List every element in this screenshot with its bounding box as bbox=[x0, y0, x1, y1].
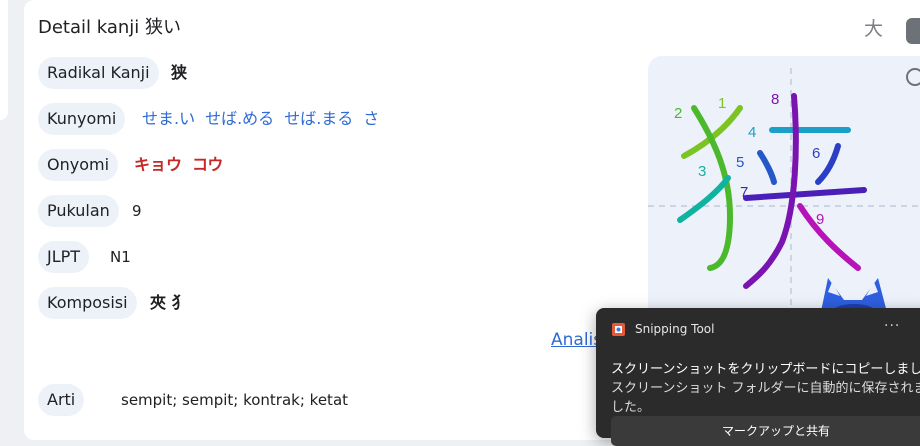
toast-app-name: Snipping Tool bbox=[635, 322, 715, 336]
stroke-number: 1 bbox=[718, 95, 726, 112]
share-icon[interactable] bbox=[906, 18, 920, 44]
stroke-count-label: Pukulan bbox=[38, 195, 119, 227]
kunyomi-reading[interactable]: さ bbox=[363, 109, 379, 128]
onyomi-reading[interactable]: キョウ bbox=[134, 155, 182, 174]
kunyomi-label: Kunyomi bbox=[38, 103, 126, 135]
jlpt-label: JLPT bbox=[38, 241, 90, 273]
stroke-number: 2 bbox=[674, 105, 682, 122]
stroke-number: 9 bbox=[816, 211, 824, 228]
toast-detail: スクリーンショット フォルダーに自動的に保存されました。 bbox=[611, 381, 920, 415]
stroke-1 bbox=[681, 105, 743, 159]
meaning-value: sempit; sempit; kontrak; ketat bbox=[121, 391, 349, 409]
onyomi-label: Onyomi bbox=[38, 149, 119, 181]
snipping-tool-notification[interactable]: Snipping Tool ··· スクリーンショットをクリップボードにコピーし… bbox=[596, 308, 920, 446]
stroke-6 bbox=[815, 143, 841, 185]
stroke-number: 3 bbox=[698, 163, 706, 180]
onyomi-reading[interactable]: コウ bbox=[192, 155, 223, 174]
stroke-number: 8 bbox=[771, 91, 779, 108]
composition-value: 夾 犭 bbox=[150, 293, 188, 312]
meaning-label: Arti bbox=[38, 384, 85, 416]
replay-icon[interactable] bbox=[906, 68, 920, 86]
radical-label: Radikal Kanji bbox=[38, 57, 159, 89]
toast-message: スクリーンショットをクリップボードにコピーしました bbox=[611, 362, 920, 377]
kunyomi-readings: せま.い せば.める せば.まるさ bbox=[142, 103, 389, 135]
stroke-7 bbox=[743, 187, 867, 201]
markup-share-button[interactable]: マークアップと共有 bbox=[611, 416, 920, 446]
onyomi-readings: キョウ コウ bbox=[134, 149, 233, 181]
more-options-icon[interactable]: ··· bbox=[884, 318, 900, 334]
radical-value: 狭 bbox=[171, 63, 188, 82]
stroke-number: 5 bbox=[736, 154, 744, 171]
jlpt-value: N1 bbox=[110, 248, 131, 266]
stroke-3 bbox=[677, 175, 731, 223]
kunyomi-reading[interactable]: せば.まる bbox=[284, 109, 353, 128]
kunyomi-reading[interactable]: せま.い bbox=[142, 109, 195, 128]
dictionary-icon[interactable]: 大 bbox=[864, 14, 883, 41]
stroke-number: 7 bbox=[740, 184, 748, 201]
page-title: Detail kanji 狭い bbox=[38, 17, 182, 38]
analysis-link[interactable]: Analis bbox=[551, 330, 602, 350]
stroke-9 bbox=[797, 203, 861, 271]
stroke-5 bbox=[757, 150, 777, 185]
snipping-tool-icon bbox=[612, 323, 625, 336]
stroke-number: 4 bbox=[748, 124, 756, 141]
stroke-number: 6 bbox=[812, 145, 820, 162]
composition-label: Komposisi bbox=[38, 287, 137, 319]
stroke-2 bbox=[691, 105, 733, 271]
left-panel-edge bbox=[0, 0, 8, 120]
stroke-count-value: 9 bbox=[132, 202, 142, 220]
kunyomi-reading[interactable]: せば.める bbox=[205, 109, 274, 128]
